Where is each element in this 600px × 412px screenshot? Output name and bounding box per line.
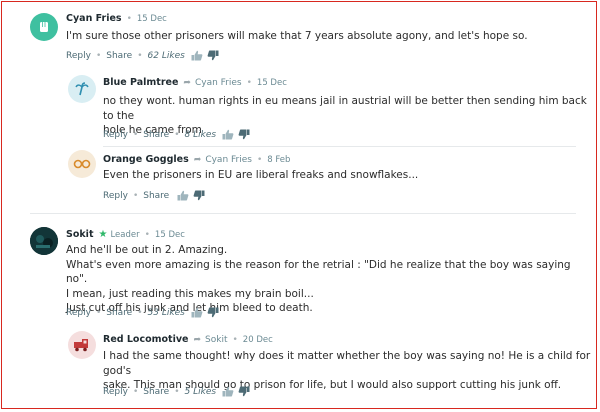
- comment-date[interactable]: 15 Dec: [137, 14, 167, 24]
- likes-count[interactable]: 8 Likes: [185, 130, 217, 140]
- author-name[interactable]: Sokit: [66, 229, 93, 240]
- share-button[interactable]: Share: [143, 387, 169, 397]
- thumbs-up-icon[interactable]: [177, 190, 189, 201]
- reply-to-name[interactable]: Cyan Fries: [205, 155, 252, 165]
- author-name[interactable]: Red Locomotive: [103, 334, 188, 345]
- likes-count[interactable]: 53 Likes: [148, 308, 185, 318]
- author-name[interactable]: Orange Goggles: [103, 154, 189, 165]
- thumbs-up-icon[interactable]: [222, 386, 234, 397]
- comment-text-line: I mean, just reading this makes my brain…: [66, 287, 314, 300]
- avatar[interactable]: [68, 75, 96, 103]
- reply-to-name[interactable]: Sokit: [205, 335, 227, 345]
- separator-dot: •: [132, 129, 139, 140]
- locomotive-icon: [74, 339, 88, 352]
- share-button[interactable]: Share: [143, 130, 169, 140]
- reply-button[interactable]: Reply: [66, 51, 91, 61]
- thumbs-up-icon[interactable]: [222, 129, 234, 140]
- avatar[interactable]: [68, 150, 96, 178]
- divider: [30, 213, 576, 214]
- comments-thread: Cyan Fries • 15 Dec I'm sure those other…: [1, 1, 597, 409]
- reply-arrow-icon: ➦: [193, 334, 202, 345]
- separator-dot: •: [137, 307, 143, 318]
- goggles-icon: [73, 159, 91, 169]
- likes-count[interactable]: 62 Likes: [148, 51, 185, 61]
- thumbs-up-icon[interactable]: [191, 307, 203, 318]
- separator-dot: •: [246, 77, 252, 88]
- comment-text-line: What's even more amazing is the reason f…: [66, 258, 571, 286]
- separator-dot: •: [132, 190, 139, 201]
- reply-to-name[interactable]: Cyan Fries: [195, 78, 242, 88]
- reply-button[interactable]: Reply: [66, 308, 91, 318]
- reply-button[interactable]: Reply: [103, 387, 128, 397]
- separator-dot: •: [256, 154, 263, 165]
- reply-arrow-icon: ➦: [183, 77, 191, 88]
- reply-arrow-icon: ➦: [193, 154, 202, 165]
- comment-text: Even the prisoners in EU are liberal fre…: [103, 169, 419, 181]
- fist-icon: [40, 22, 48, 32]
- divider: [103, 146, 576, 147]
- avatar[interactable]: [68, 331, 96, 359]
- separator-dot: •: [232, 334, 238, 345]
- separator-dot: •: [174, 129, 180, 140]
- palm-tree-icon: [75, 82, 89, 96]
- thumbs-down-icon[interactable]: [238, 129, 250, 140]
- separator-dot: •: [126, 13, 132, 24]
- comment-text: I'm sure those other prisoners will make…: [66, 30, 528, 42]
- comment-text-line: I had the same thought! why does it matt…: [103, 350, 591, 377]
- thumbs-down-icon[interactable]: [207, 50, 219, 61]
- comment-date[interactable]: 15 Dec: [155, 230, 185, 240]
- likes-count[interactable]: 5 Likes: [185, 387, 217, 397]
- separator-dot: •: [132, 386, 139, 397]
- comment-text-line: no they wont. human rights in eu means j…: [103, 95, 587, 122]
- leader-star-icon: ★: [98, 229, 108, 240]
- thumbs-down-icon[interactable]: [207, 307, 219, 318]
- user-photo-avatar[interactable]: [30, 227, 58, 255]
- separator-dot: •: [95, 307, 102, 318]
- separator-dot: •: [137, 50, 143, 61]
- comment-date[interactable]: 20 Dec: [243, 335, 273, 345]
- separator-dot: •: [95, 50, 102, 61]
- comment-text: And he'll be out in 2. Amazing. What's e…: [66, 243, 591, 316]
- comment-text-line: And he'll be out in 2. Amazing.: [66, 244, 228, 256]
- separator-dot: •: [174, 386, 180, 397]
- share-button[interactable]: Share: [143, 191, 169, 201]
- comment-date[interactable]: 8 Feb: [267, 155, 290, 165]
- avatar-photo-icon: [30, 227, 58, 255]
- comment-date[interactable]: 15 Dec: [257, 78, 287, 88]
- avatar[interactable]: [30, 13, 58, 41]
- thumbs-up-icon[interactable]: [191, 50, 203, 61]
- thumbs-down-icon[interactable]: [238, 386, 250, 397]
- separator-dot: •: [144, 229, 150, 240]
- share-button[interactable]: Share: [106, 308, 132, 318]
- author-name[interactable]: Cyan Fries: [66, 13, 122, 24]
- share-button[interactable]: Share: [106, 51, 132, 61]
- status-badge: Leader: [110, 229, 140, 240]
- author-name[interactable]: Blue Palmtree: [103, 77, 178, 88]
- reply-button[interactable]: Reply: [103, 130, 128, 140]
- reply-button[interactable]: Reply: [103, 191, 128, 201]
- thumbs-down-icon[interactable]: [193, 190, 205, 201]
